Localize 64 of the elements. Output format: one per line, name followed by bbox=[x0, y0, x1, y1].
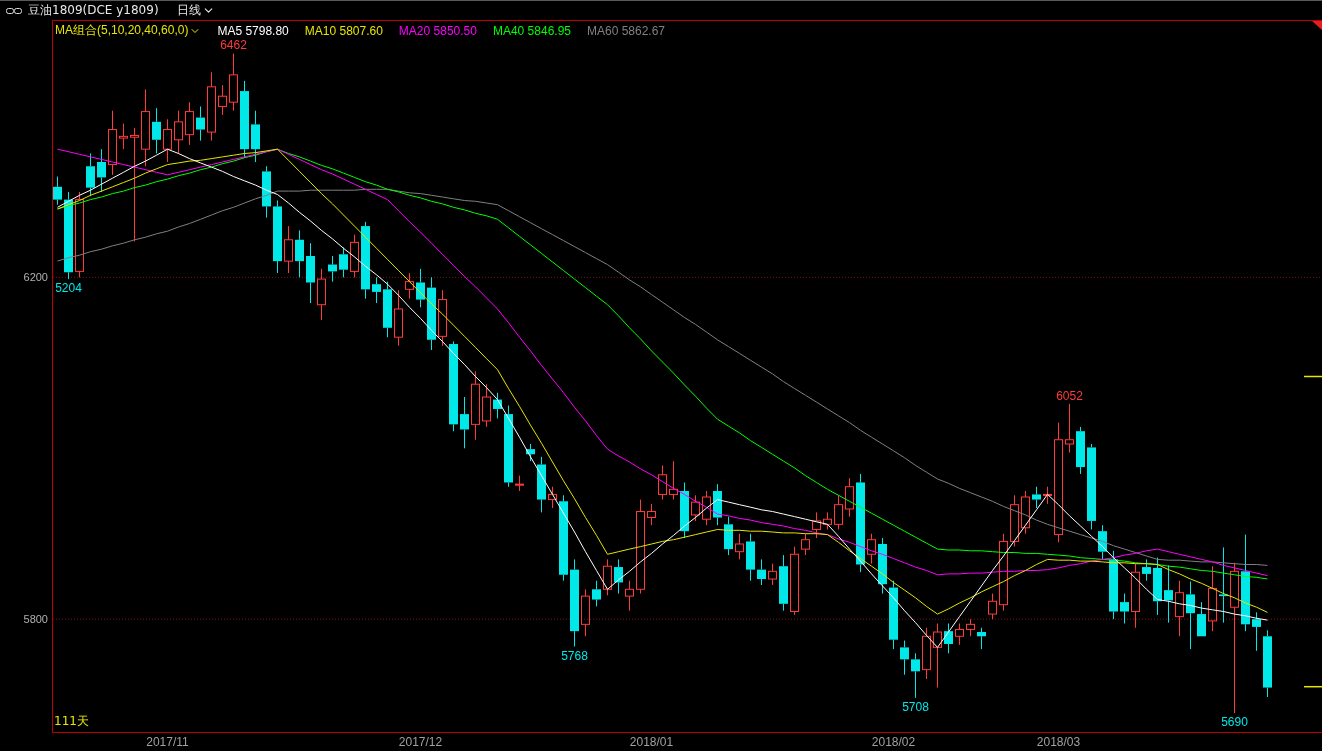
y-axis-label: 6200 bbox=[23, 271, 48, 284]
candlestick bbox=[53, 176, 62, 206]
candlestick bbox=[471, 370, 480, 441]
low-price-label: 5204 bbox=[55, 281, 82, 296]
candlestick bbox=[284, 225, 293, 274]
candlestick bbox=[108, 110, 117, 176]
candlestick bbox=[1164, 564, 1173, 624]
candlestick bbox=[911, 652, 920, 699]
moving-average-legend: MA20 5850.50 bbox=[398, 23, 477, 38]
candlestick bbox=[636, 499, 645, 595]
candlestick bbox=[372, 276, 381, 304]
candlestick bbox=[1263, 629, 1272, 698]
candlestick bbox=[262, 165, 271, 219]
symbol-title: 豆油1809(DCE y1809) bbox=[28, 2, 159, 19]
candlestick bbox=[196, 105, 205, 142]
candlestick bbox=[1076, 426, 1085, 475]
indicator-dropdown[interactable]: MA组合(5,10,20,40,60,0) bbox=[55, 22, 202, 39]
candlestick bbox=[64, 191, 73, 280]
candlestick bbox=[1208, 565, 1217, 632]
candlestick bbox=[361, 221, 370, 300]
period-dropdown[interactable]: 日线 bbox=[174, 2, 217, 19]
moving-average-legend: MA40 5846.95 bbox=[492, 23, 571, 38]
x-axis-label: 2018/02 bbox=[871, 735, 916, 749]
candlestick bbox=[977, 627, 986, 650]
day-count: 111天 bbox=[54, 713, 89, 730]
candlestick bbox=[449, 340, 458, 432]
candlestick bbox=[944, 622, 953, 654]
moving-average-legend: MA5 5798.80 bbox=[217, 23, 289, 38]
candlestick bbox=[1186, 581, 1195, 650]
low-price-label: 5708 bbox=[902, 699, 929, 714]
high-price-label: 6462 bbox=[220, 38, 247, 53]
x-axis-label: 2018/01 bbox=[629, 735, 674, 749]
candlestick bbox=[779, 554, 788, 612]
candlestick bbox=[559, 494, 568, 582]
candlestick bbox=[757, 558, 766, 586]
candlestick bbox=[1241, 534, 1250, 632]
candlestick bbox=[185, 101, 194, 146]
candlestick bbox=[174, 110, 183, 154]
candlestick bbox=[317, 268, 326, 321]
candlestick bbox=[537, 456, 546, 513]
candlestick bbox=[1010, 494, 1019, 548]
low-price-label: 5690 bbox=[1221, 715, 1248, 730]
candlestick bbox=[658, 464, 667, 501]
candlestick bbox=[427, 276, 436, 351]
candlestick bbox=[306, 242, 315, 304]
candlestick bbox=[295, 229, 304, 278]
candlestick bbox=[669, 460, 678, 501]
link-icon bbox=[6, 6, 22, 15]
x-axis-label: 2017/12 bbox=[398, 735, 443, 749]
candlestick bbox=[152, 107, 161, 154]
high-price-label: 6052 bbox=[1056, 388, 1083, 403]
moving-average-legend: MA10 5807.60 bbox=[304, 23, 383, 38]
candlestick bbox=[1175, 580, 1184, 637]
x-axis-label: 2017/11 bbox=[146, 735, 189, 749]
low-price-label: 5768 bbox=[561, 648, 588, 663]
candlestick bbox=[163, 118, 172, 163]
candlestick bbox=[273, 199, 282, 274]
corner-triangle-icon bbox=[1312, 21, 1322, 30]
candlestick bbox=[460, 396, 469, 449]
candlestick bbox=[119, 123, 128, 150]
y-axis-label: 5800 bbox=[23, 613, 48, 626]
candlestick bbox=[570, 558, 579, 648]
moving-average-legend: MA60 5862.67 bbox=[587, 23, 666, 38]
x-axis-label: 2018/03 bbox=[1036, 735, 1081, 749]
